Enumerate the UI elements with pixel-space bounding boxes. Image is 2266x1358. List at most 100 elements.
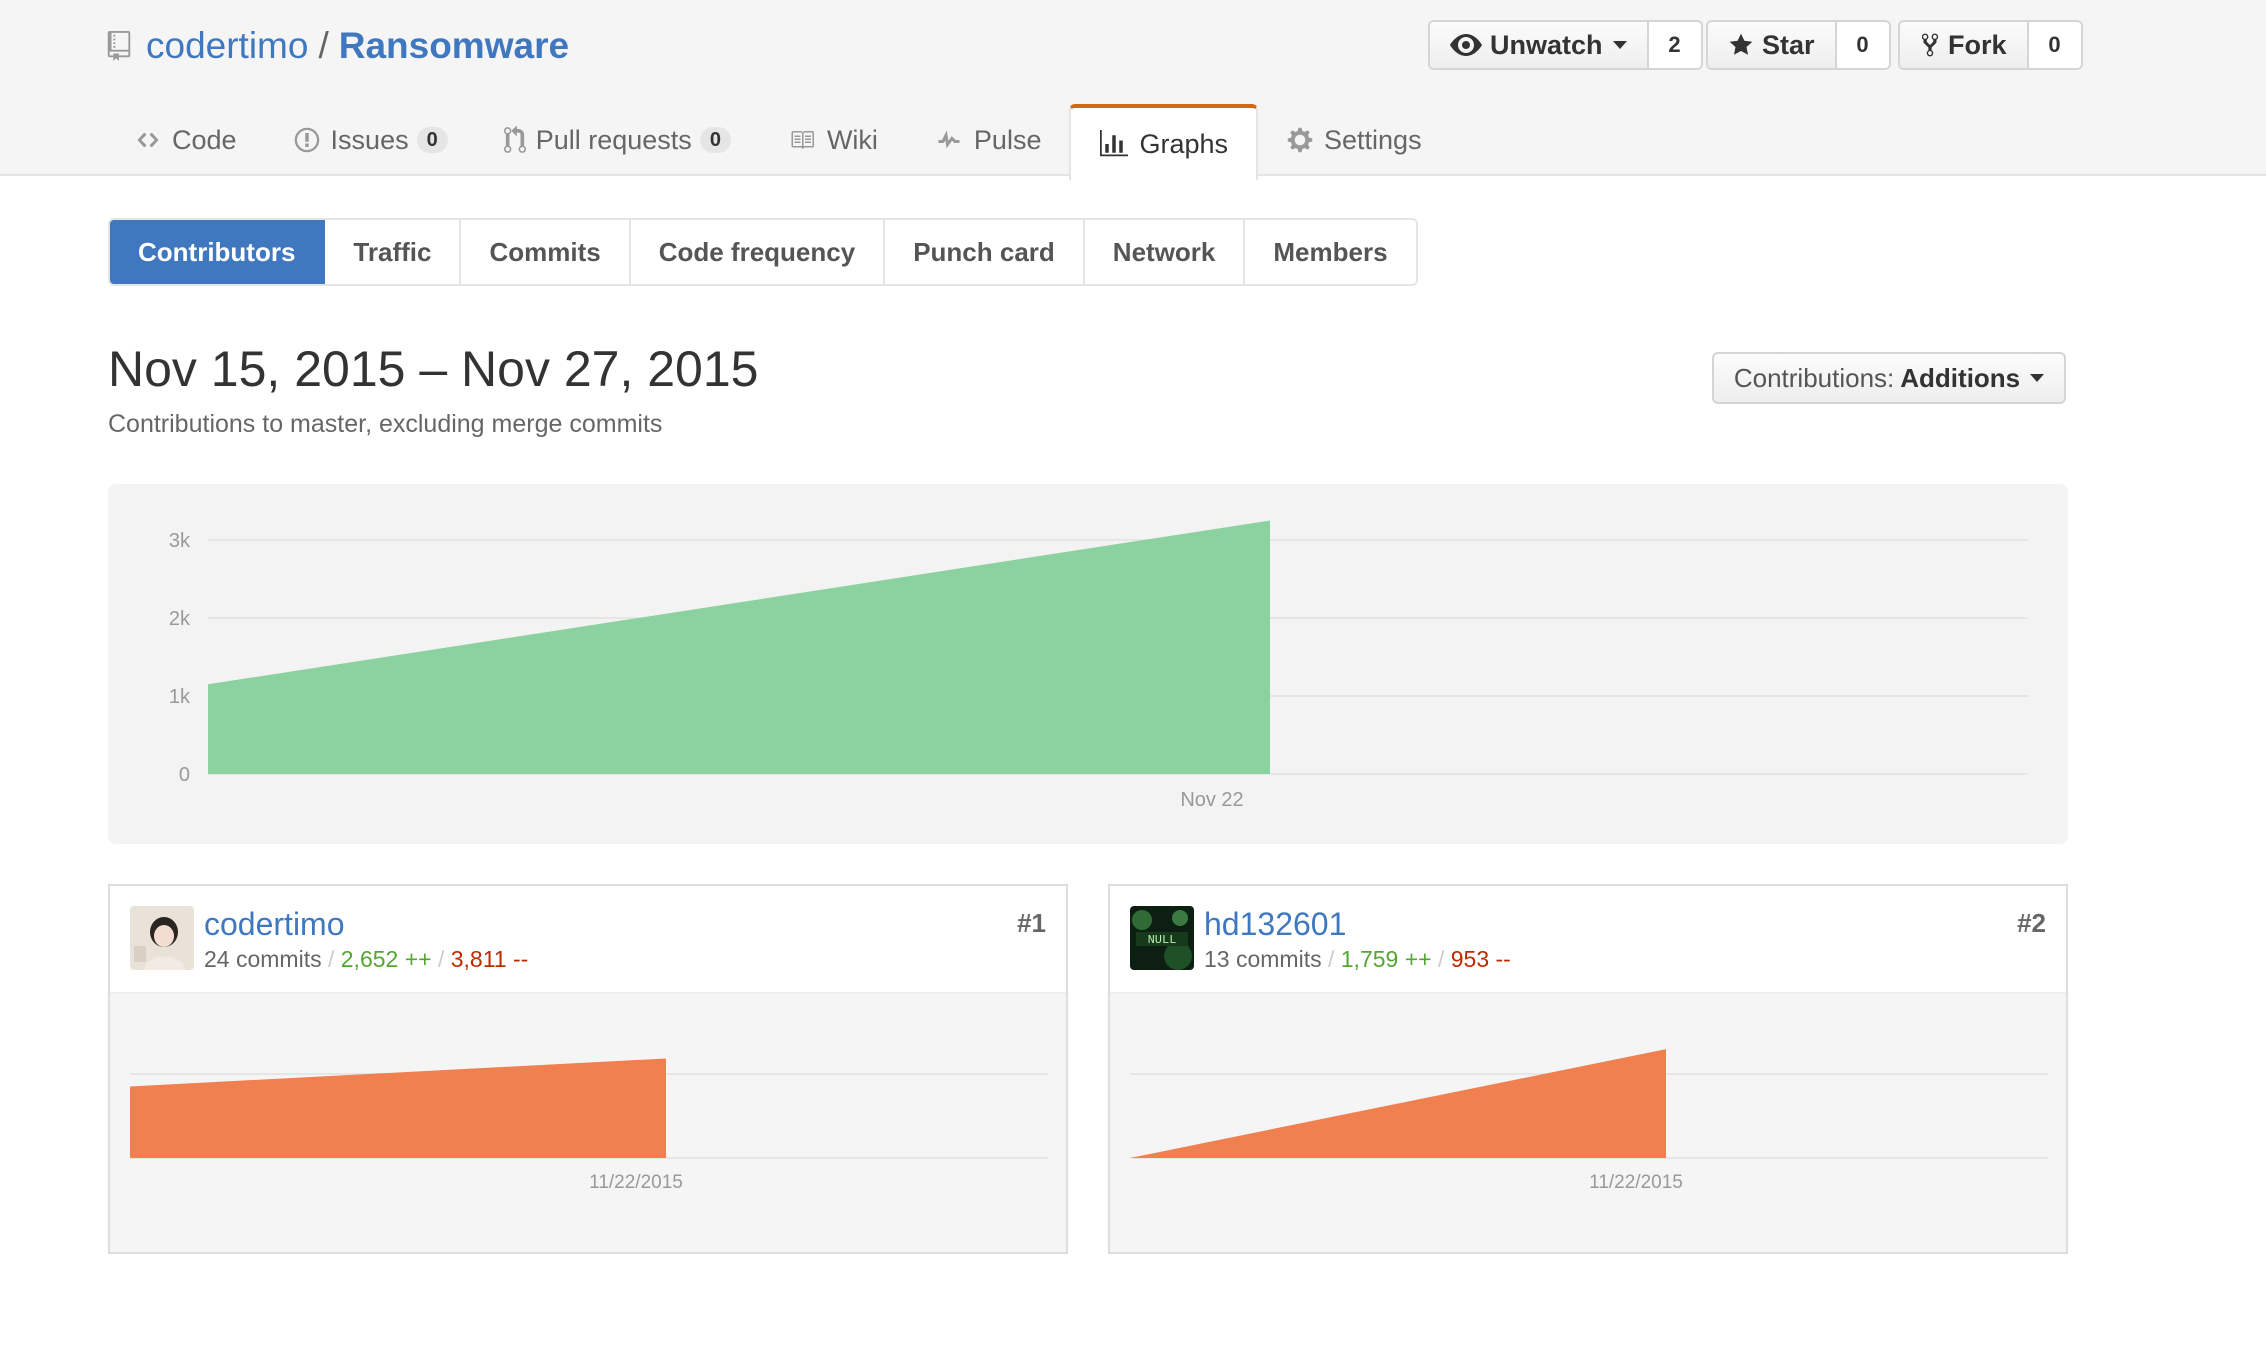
avatar[interactable]: NULL xyxy=(1130,906,1194,970)
y-tick-label: 2k xyxy=(169,608,191,630)
graphs-subnav: Contributors Traffic Commits Code freque… xyxy=(108,218,1418,286)
avatar-image: NULL xyxy=(1130,906,1194,970)
y-tick-label: 1k xyxy=(169,686,191,708)
additions-count: 1,759 ++ xyxy=(1340,946,1432,972)
issue-icon xyxy=(294,127,319,153)
deletions-count: 953 -- xyxy=(1450,946,1511,972)
repo-header: codertimo / Ransomware Unwatch 2 Star 0 … xyxy=(0,0,2266,180)
graph-icon xyxy=(1100,130,1129,157)
deletions-count: 3,811 -- xyxy=(450,946,529,972)
pulse-icon xyxy=(938,130,960,149)
avatar-image xyxy=(130,906,194,970)
divider: / xyxy=(1327,946,1335,972)
avatar[interactable] xyxy=(130,906,194,970)
gear-icon xyxy=(1287,127,1313,153)
code-icon xyxy=(137,132,159,148)
subnav-code-frequency[interactable]: Code frequency xyxy=(630,220,886,284)
divider: / xyxy=(327,946,335,972)
contributor-chart-svg: 11/22/2015 xyxy=(1130,1049,2048,1193)
watch-group: Unwatch 2 xyxy=(1428,20,1703,70)
tab-wiki-label: Wiki xyxy=(826,124,878,155)
star-label: Star xyxy=(1762,29,1815,60)
y-tick-label: 0 xyxy=(179,764,190,786)
fork-button[interactable]: Fork xyxy=(1900,22,2029,68)
star-button[interactable]: Star xyxy=(1708,22,1837,68)
repo-title: codertimo / Ransomware xyxy=(106,22,569,70)
additions-area xyxy=(1130,1049,1666,1158)
subnav-traffic[interactable]: Traffic xyxy=(325,220,462,284)
tab-settings-label: Settings xyxy=(1324,124,1422,155)
contributor-card: codertimo 24 commits / 2,652 ++ / 3,811 … xyxy=(108,884,1068,1254)
contributor-name-link[interactable]: codertimo xyxy=(204,906,345,943)
tab-pulse-label: Pulse xyxy=(973,124,1042,155)
contributions-select-prefix: Contributions: xyxy=(1733,362,1895,393)
fork-icon xyxy=(1921,33,1939,57)
tab-graphs[interactable]: Graphs xyxy=(1069,104,1259,180)
watchers-count[interactable]: 2 xyxy=(1648,22,1701,68)
issues-counter: 0 xyxy=(416,127,448,153)
subnav-punch-card[interactable]: Punch card xyxy=(885,220,1085,284)
tab-code-label: Code xyxy=(172,124,237,155)
contributor-name-link[interactable]: hd132601 xyxy=(1204,906,1346,943)
subnav-commits[interactable]: Commits xyxy=(461,220,631,284)
date-range-subtitle: Contributions to master, excluding merge… xyxy=(108,410,663,438)
avatar-null-text: NULL xyxy=(1148,933,1177,947)
contributor-card-header: NULL hd132601 13 commits / 1,759 ++ / 95… xyxy=(1110,886,2066,994)
star-group: Star 0 xyxy=(1706,20,1891,70)
subnav-network[interactable]: Network xyxy=(1084,220,1246,284)
repo-nav: Code Issues 0 Pull requests 0 Wiki Pulse… xyxy=(106,104,1450,180)
tab-issues-label: Issues xyxy=(330,124,409,155)
contributor-stats: 13 commits / 1,759 ++ / 953 -- xyxy=(1204,946,1511,973)
subnav-contributors[interactable]: Contributors xyxy=(110,220,326,284)
pull-request-icon xyxy=(503,125,526,153)
repo-icon xyxy=(107,31,131,61)
divider: / xyxy=(437,946,445,972)
commit-count[interactable]: 13 commits xyxy=(1204,946,1322,972)
chevron-down-icon xyxy=(1612,41,1627,49)
tab-wiki[interactable]: Wiki xyxy=(759,104,906,176)
tab-code[interactable]: Code xyxy=(106,104,265,176)
forks-count[interactable]: 0 xyxy=(2028,22,2081,68)
star-icon xyxy=(1729,33,1753,55)
unwatch-button[interactable]: Unwatch xyxy=(1430,22,1649,68)
fork-label: Fork xyxy=(1948,29,2007,60)
contributions-select[interactable]: Contributions: Additions xyxy=(1712,352,2066,404)
repo-owner-link[interactable]: codertimo xyxy=(146,25,308,67)
contributor-chart: 11/22/2015 xyxy=(110,994,1066,1252)
tab-pull-requests[interactable]: Pull requests 0 xyxy=(476,104,759,176)
contributor-chart: 11/22/2015 xyxy=(1110,994,2066,1252)
x-tick-label: Nov 22 xyxy=(1180,789,1243,811)
divider: / xyxy=(1437,946,1445,972)
contributor-chart-svg: 11/22/2015 xyxy=(130,1058,1048,1193)
tab-issues[interactable]: Issues 0 xyxy=(265,104,476,176)
tab-pull-requests-label: Pull requests xyxy=(535,124,692,155)
unwatch-label: Unwatch xyxy=(1490,29,1603,60)
tab-graphs-label: Graphs xyxy=(1139,128,1229,159)
repo-name-link[interactable]: Ransomware xyxy=(339,25,569,67)
tab-pulse[interactable]: Pulse xyxy=(906,104,1070,176)
tab-settings[interactable]: Settings xyxy=(1258,104,1450,176)
master-contributions-chart: 0 1k 2k 3k Nov 22 xyxy=(108,484,2068,844)
additions-area xyxy=(208,520,1270,774)
fork-group: Fork 0 xyxy=(1898,20,2083,70)
date-range-title: Nov 15, 2015 – Nov 27, 2015 xyxy=(108,341,759,397)
contributor-card-header: codertimo 24 commits / 2,652 ++ / 3,811 … xyxy=(110,886,1066,994)
additions-count: 2,652 ++ xyxy=(340,946,432,972)
contributor-stats: 24 commits / 2,652 ++ / 3,811 -- xyxy=(204,946,528,973)
subnav-members[interactable]: Members xyxy=(1245,220,1416,284)
repo-separator: / xyxy=(318,25,329,66)
contributor-rank: #1 xyxy=(1017,908,1046,938)
y-tick-label: 3k xyxy=(169,530,191,552)
x-tick-label: 11/22/2015 xyxy=(1589,1172,1683,1193)
contributor-rank: #2 xyxy=(2017,908,2046,938)
stars-count[interactable]: 0 xyxy=(1836,22,1889,68)
x-tick-label: 11/22/2015 xyxy=(589,1172,683,1193)
commit-count[interactable]: 24 commits xyxy=(204,946,322,972)
master-chart-svg: 0 1k 2k 3k Nov 22 xyxy=(169,520,2028,811)
book-icon xyxy=(791,131,814,149)
contributions-select-value: Additions xyxy=(1900,362,2021,393)
contributor-card: NULL hd132601 13 commits / 1,759 ++ / 95… xyxy=(1108,884,2068,1254)
chevron-down-icon xyxy=(2030,374,2045,382)
pull-requests-counter: 0 xyxy=(699,127,731,153)
eye-icon xyxy=(1450,34,1482,56)
